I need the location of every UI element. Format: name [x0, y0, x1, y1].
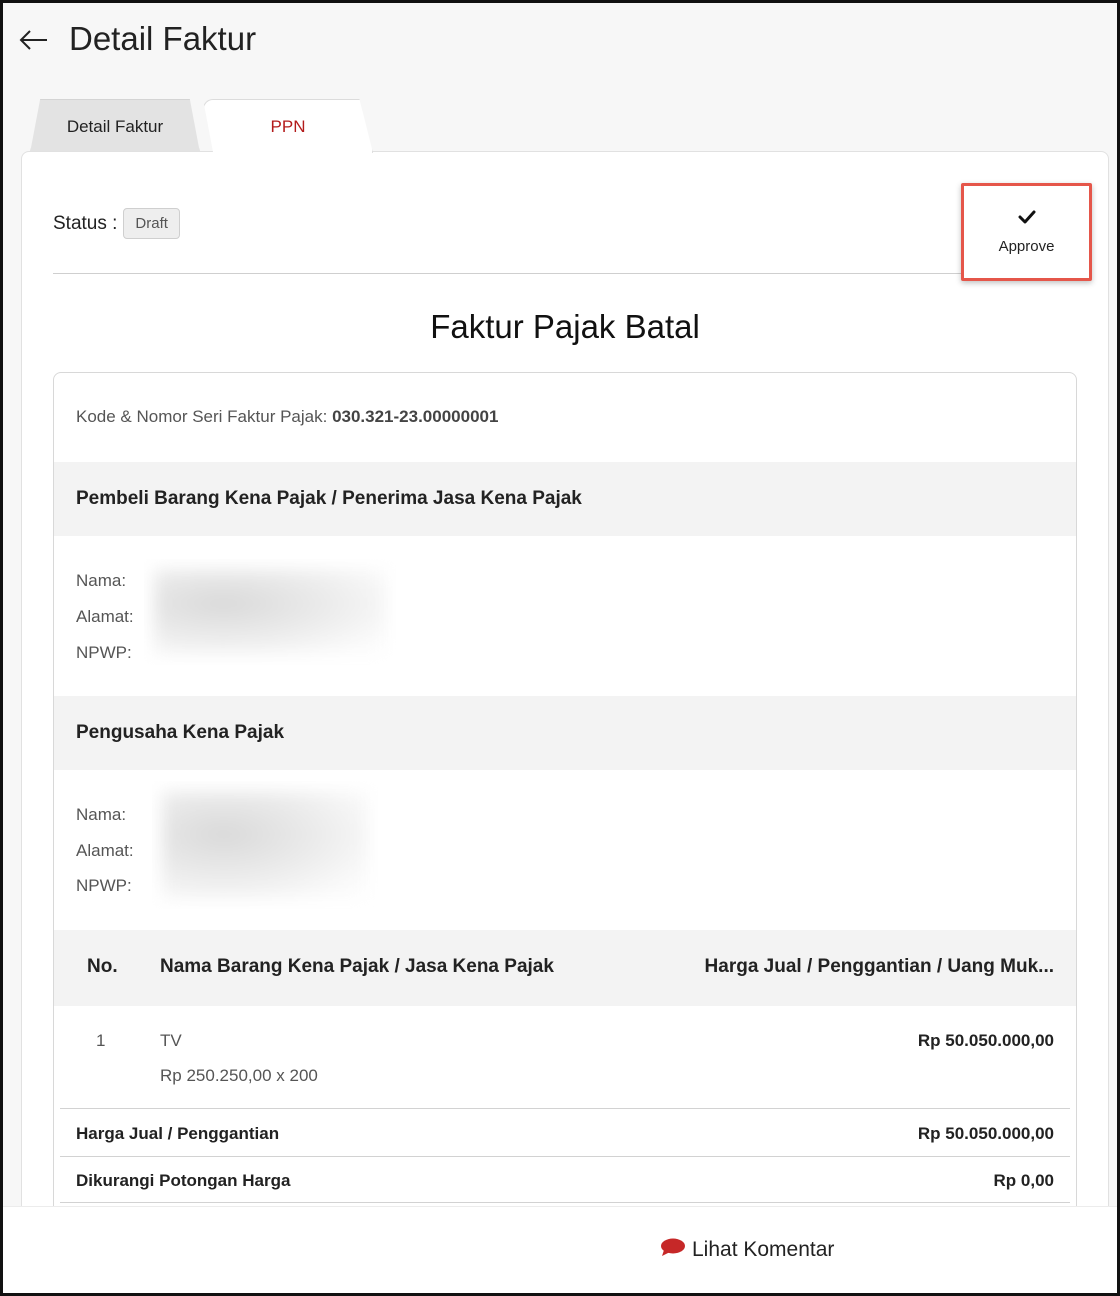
column-price: Harga Jual / Penggantian / Uang Muk... [704, 956, 1054, 977]
seller-npwp-label: NPWP: [76, 876, 132, 895]
summary-value: Rp 50.050.000,00 [917, 1124, 1054, 1143]
serial-value: 030.321-23.00000001 [332, 407, 499, 426]
summary-label: Harga Jual / Penggantian [76, 1124, 280, 1143]
status-row: Status : Draft [53, 208, 180, 239]
item-detail: Rp 250.250,00 x 200 [160, 1066, 318, 1085]
item-name: TV [160, 1031, 182, 1050]
view-comments-link[interactable]: Lihat Komentar [660, 1237, 834, 1263]
tab-label: Detail Faktur [66, 116, 164, 136]
invoice-card: Kode & Nomor Seri Faktur Pajak: 030.321-… [53, 372, 1077, 1222]
tab-ppn[interactable]: PPN [203, 99, 373, 153]
row-number: 1 [96, 1031, 106, 1050]
page-title: Detail Faktur [69, 20, 257, 57]
top-bar: Detail Faktur [0, 0, 1120, 90]
approve-label: Approve [998, 238, 1055, 255]
check-icon [1018, 209, 1036, 230]
arrow-left-icon [19, 29, 49, 55]
column-item-name: Nama Barang Kena Pajak / Jasa Kena Pajak [160, 956, 554, 977]
row-divider [60, 1108, 1070, 1109]
seller-section-heading: Pengusaha Kena Pajak [54, 696, 1076, 770]
summary-label: Dikurangi Potongan Harga [76, 1171, 291, 1190]
items-table-header: No. Nama Barang Kena Pajak / Jasa Kena P… [54, 930, 1076, 1006]
column-no: No. [87, 956, 118, 977]
serial-label: Kode & Nomor Seri Faktur Pajak: [76, 407, 328, 426]
serial-number-row: Kode & Nomor Seri Faktur Pajak: 030.321-… [76, 407, 498, 427]
chat-bubble-icon [660, 1237, 686, 1263]
seller-redacted-info [152, 781, 378, 909]
footer-bar: Lihat Komentar [0, 1206, 1120, 1296]
approve-button[interactable]: Approve [961, 183, 1092, 281]
buyer-address-label: Alamat: [76, 607, 134, 626]
buyer-section-heading: Pembeli Barang Kena Pajak / Penerima Jas… [54, 462, 1076, 536]
summary-value: Rp 0,00 [993, 1171, 1054, 1190]
buyer-redacted-info [144, 559, 396, 665]
comment-label: Lihat Komentar [692, 1238, 835, 1261]
back-button[interactable] [16, 26, 52, 58]
divider [53, 273, 1077, 274]
row-divider [60, 1202, 1070, 1203]
item-amount: Rp 50.050.000,00 [917, 1031, 1054, 1050]
seller-address-label: Alamat: [76, 841, 134, 860]
seller-name-label: Nama: [76, 805, 127, 824]
tab-detail-faktur[interactable]: Detail Faktur [30, 99, 200, 153]
buyer-name-label: Nama: [76, 571, 127, 590]
row-divider [60, 1156, 1070, 1157]
status-badge: Draft [123, 208, 180, 239]
tab-label: PPN [270, 116, 306, 136]
status-label: Status : [53, 212, 118, 234]
document-title: Faktur Pajak Batal [430, 308, 700, 345]
buyer-npwp-label: NPWP: [76, 643, 132, 662]
